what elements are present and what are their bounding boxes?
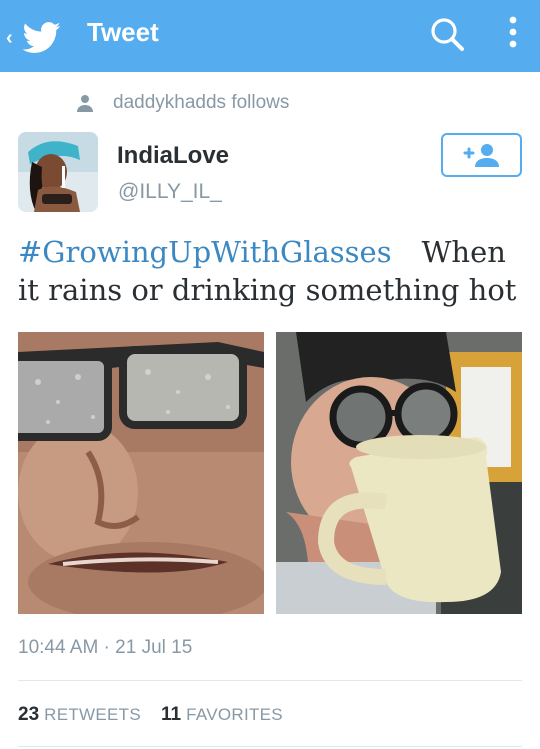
user-name[interactable]: IndiaLove	[117, 142, 229, 170]
follow-button[interactable]	[441, 133, 522, 177]
app-bar: ‹ Tweet	[0, 0, 540, 72]
tweet-photo-1[interactable]	[18, 332, 264, 614]
divider	[18, 746, 522, 747]
foggy-glasses-mug-photo	[276, 332, 522, 614]
tweet-timestamp: 10:44 AM · 21 Jul 15	[18, 637, 193, 658]
retweets-stat[interactable]: 23 RETWEETS	[18, 704, 141, 726]
retweets-label: RETWEETS	[44, 705, 141, 724]
search-icon	[431, 18, 464, 51]
page-title: Tweet	[87, 17, 159, 47]
tweet-photo-2[interactable]	[276, 332, 522, 614]
back-button[interactable]: ‹	[6, 20, 96, 56]
social-context: daddykhadds follows	[75, 91, 289, 115]
divider	[18, 680, 522, 681]
search-button[interactable]	[426, 12, 470, 56]
favorites-count: 11	[161, 704, 182, 725]
social-context-text: daddykhadds follows	[113, 92, 290, 113]
tweet-text: #GrowingUpWithGlasses When it rains or dr…	[18, 233, 523, 309]
retweets-count: 23	[18, 704, 40, 725]
tweet-stats: 23 RETWEETS 11 FAVORITES	[18, 704, 303, 726]
chevron-left-icon: ‹	[6, 26, 13, 49]
overflow-menu-button[interactable]	[496, 12, 530, 56]
add-user-icon	[463, 144, 499, 167]
user-handle[interactable]: @ILLY_IL_	[118, 180, 222, 204]
avatar[interactable]	[18, 132, 98, 212]
twitter-bird-icon	[22, 22, 61, 53]
favorites-label: FAVORITES	[186, 705, 283, 724]
avatar-image	[18, 132, 98, 212]
foggy-glasses-rain-photo	[18, 332, 264, 614]
hashtag-link[interactable]: #GrowingUpWithGlasses	[18, 235, 392, 269]
person-icon	[77, 95, 93, 112]
more-vertical-icon	[509, 16, 517, 48]
favorites-stat[interactable]: 11 FAVORITES	[161, 704, 283, 726]
